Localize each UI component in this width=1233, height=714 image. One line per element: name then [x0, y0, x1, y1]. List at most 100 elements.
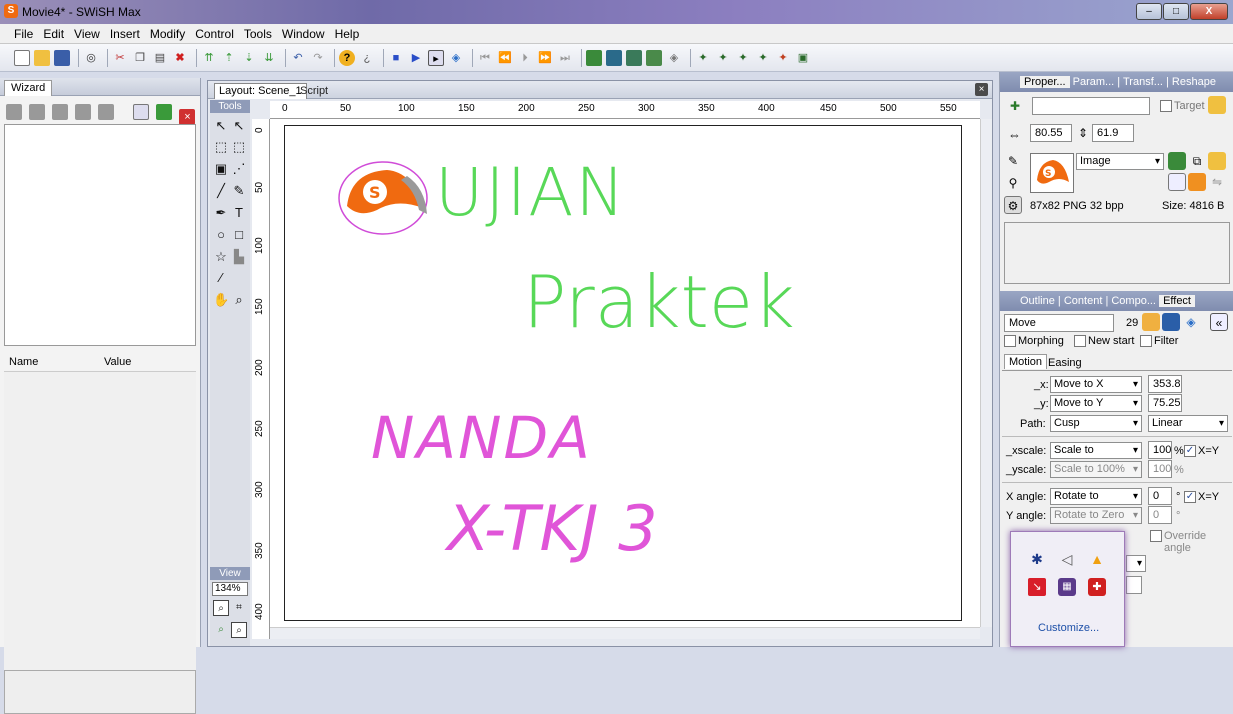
zoom-in-icon[interactable]: ⌕ [213, 622, 229, 638]
wizard-icon-1[interactable] [6, 104, 22, 120]
bring-forward-icon[interactable]: ⇡ [221, 50, 237, 66]
wizard-refresh-icon[interactable] [156, 104, 173, 120]
minimize-button[interactable]: – [1136, 3, 1162, 20]
eyedropper-tool-icon[interactable]: ⁄ [213, 270, 229, 286]
collapse-icon[interactable]: « [1210, 313, 1228, 331]
pencil-tool-icon[interactable]: ✎ [231, 183, 247, 199]
tab-layout-scene[interactable]: Layout: Scene_1 [214, 83, 307, 99]
insert-sprite-icon[interactable] [646, 49, 662, 66]
antivirus-icon[interactable]: ✚ [1088, 578, 1106, 596]
image-color-icon[interactable] [1188, 173, 1206, 191]
wizard-icon-2[interactable] [29, 104, 46, 120]
text-tool-icon[interactable]: T [231, 205, 247, 221]
app-tray-icon[interactable]: ▦ [1058, 578, 1076, 596]
xscale-mode-select[interactable]: Scale to [1050, 442, 1142, 459]
zoom-select[interactable]: 134% [212, 582, 248, 596]
layout-canvas[interactable]: S UJIAN Praktek NANDA X-TKJ 3 [270, 119, 980, 627]
hand-tool-icon[interactable]: ✋ [213, 292, 229, 308]
ellipse-tool-icon[interactable]: ○ [213, 227, 229, 243]
zoom-tool-icon[interactable]: ⌕ [231, 292, 247, 308]
undo-icon[interactable]: ↶ [290, 50, 306, 66]
play-timeline-icon[interactable]: ▸ [428, 49, 444, 66]
tab-easing[interactable]: Easing [1048, 357, 1082, 369]
zoom-fit-icon[interactable]: ⌕ [213, 600, 229, 616]
insert-image-icon[interactable]: ◈ [666, 50, 682, 66]
xscale-value-input[interactable]: 100 [1148, 441, 1172, 459]
tab-components[interactable]: Compo... [1111, 295, 1156, 307]
select-arrow-icon[interactable]: ↖ [213, 118, 229, 134]
fill-icon[interactable]: ⚲ [1004, 174, 1022, 192]
wizard-close-icon[interactable]: × [179, 109, 196, 125]
line-tool-icon[interactable]: ╱ [213, 183, 229, 199]
tab-effect[interactable]: Effect [1159, 295, 1195, 307]
obscured-select[interactable] [1126, 555, 1146, 572]
tab-transform[interactable]: Transf... [1123, 76, 1163, 88]
image-settings-icon[interactable]: ⚙ [1004, 196, 1022, 214]
filter-checkbox[interactable] [1140, 335, 1152, 347]
wizard-list[interactable] [4, 124, 196, 346]
effect-icon-3[interactable]: ✦ [735, 50, 751, 66]
xangle-value-input[interactable]: 0 [1148, 487, 1172, 505]
redo-icon[interactable]: ↷ [310, 50, 326, 66]
swish-logo-image[interactable]: S [337, 158, 437, 238]
path-interpolation-select[interactable]: Linear [1148, 415, 1228, 432]
image-thumbnail[interactable]: S [1030, 153, 1074, 193]
width-input[interactable]: 80.55 [1030, 124, 1072, 142]
warning-icon[interactable]: ▲ [1088, 550, 1106, 568]
open-folder-icon[interactable] [34, 49, 50, 66]
yscale-mode-select[interactable]: Scale to 100% [1050, 461, 1142, 478]
step-icon[interactable]: ⏵ [517, 50, 533, 66]
swish-app-icon[interactable]: S [4, 4, 18, 18]
send-back-icon[interactable]: ⇊ [261, 50, 277, 66]
effect-icon-2[interactable]: ✦ [715, 50, 731, 66]
target-checkbox[interactable] [1160, 100, 1172, 112]
effect-save-icon[interactable] [1162, 313, 1180, 331]
play-effect-icon[interactable]: ◈ [448, 50, 464, 66]
menu-control[interactable]: Control [195, 27, 234, 41]
menu-edit[interactable]: Edit [43, 27, 64, 41]
send-backward-icon[interactable]: ⇣ [241, 50, 257, 66]
effect-play-icon[interactable]: ◈ [1182, 313, 1200, 331]
rewind-icon[interactable]: ⏪ [497, 50, 513, 66]
tab-parameters[interactable]: Param... [1073, 76, 1115, 88]
star-tool-icon[interactable]: ☆ [213, 249, 229, 265]
close-layout-icon[interactable]: × [975, 83, 988, 96]
x-value-input[interactable]: 353.8 [1148, 375, 1182, 393]
effect-icon-6[interactable]: ▣ [795, 50, 811, 66]
wizard-icon-4[interactable] [75, 104, 92, 120]
object-name-input[interactable] [1032, 97, 1150, 115]
delete-icon[interactable]: ✖ [172, 50, 188, 66]
paste-icon[interactable]: ▤ [152, 50, 168, 66]
stop-icon[interactable]: ■ [388, 50, 404, 66]
yangle-value-input[interactable]: 0 [1148, 506, 1172, 524]
bluetooth-icon[interactable]: ✱ [1028, 550, 1046, 568]
wizard-props-grid[interactable] [4, 372, 196, 670]
maximize-button[interactable]: □ [1163, 3, 1189, 20]
fill-transform-icon[interactable]: ▣ [213, 161, 229, 177]
wizard-search-icon[interactable] [133, 104, 150, 120]
override-angle-checkbox[interactable] [1150, 530, 1162, 542]
canvas-text-praktek[interactable]: Praktek [523, 260, 795, 344]
tab-script[interactable]: Script [300, 84, 328, 99]
x-mode-select[interactable]: Move to X [1050, 376, 1142, 393]
pen-tool-icon[interactable]: ✒ [213, 205, 229, 221]
new-start-checkbox[interactable] [1074, 335, 1086, 347]
yangle-mode-select[interactable]: Rotate to Zero [1050, 507, 1142, 524]
image-export-icon[interactable] [1208, 152, 1226, 170]
speaker-icon[interactable]: ◁ [1058, 550, 1076, 568]
close-button[interactable]: X [1190, 3, 1228, 20]
subselect-icon[interactable]: ↖ [231, 118, 247, 134]
zoom-out-icon[interactable]: ⌕ [231, 622, 247, 638]
effect-settings-icon[interactable] [1142, 313, 1160, 331]
image-link-icon[interactable]: ⇋ [1208, 173, 1226, 191]
canvas-text-nanda[interactable]: NANDA [371, 404, 592, 472]
canvas-text-class[interactable]: X-TKJ 3 [447, 492, 658, 565]
help-icon[interactable]: ? [339, 49, 355, 66]
menu-view[interactable]: View [74, 27, 100, 41]
object-type-select[interactable]: Image [1076, 153, 1164, 170]
insert-text-icon[interactable] [606, 49, 622, 66]
effect-icon-1[interactable]: ✦ [695, 50, 711, 66]
context-help-icon[interactable]: ¿ [359, 50, 375, 66]
security-app-icon[interactable]: ↘ [1028, 578, 1046, 596]
transform-icon[interactable]: ⬚ [213, 139, 229, 155]
